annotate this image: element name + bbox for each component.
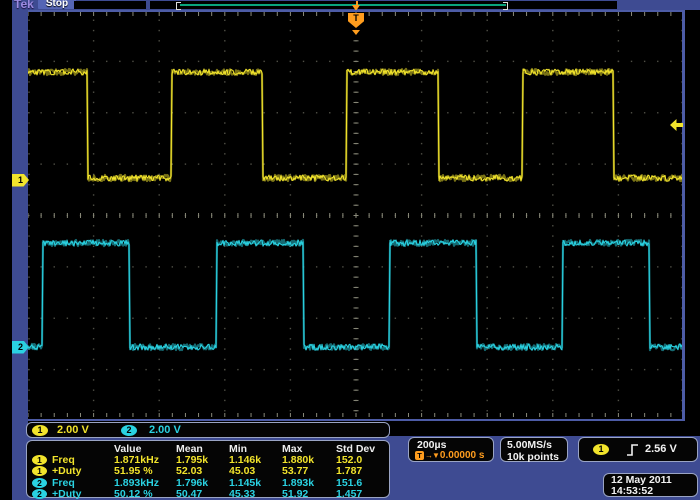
timebase-readout[interactable]: 200µs T→▼ 0.00000 s: [408, 437, 494, 462]
channel-2-badge: 2: [121, 425, 137, 436]
waveform-canvas: [28, 10, 684, 421]
record-window-right-bracket-icon: [503, 2, 508, 10]
measurement-name: +Duty: [52, 489, 114, 500]
title-bar: Tek Stop: [12, 0, 700, 10]
graticule-bottom-border: [28, 419, 684, 421]
table-row-badge: 1: [32, 466, 52, 477]
datetime-readout: 12 May 2011 14:53:52: [603, 473, 698, 497]
measurement-stddev: 1.457: [336, 489, 389, 500]
trigger-source-badge: 1: [593, 444, 609, 455]
acquisition-readout[interactable]: 5.00MS/s 10k points: [500, 437, 568, 462]
trigger-level-value: 2.56 V: [645, 443, 677, 455]
trigger-t-icon: T: [415, 451, 424, 460]
measurement-min: 45.33: [229, 489, 282, 500]
measurement-value: 51.95 %: [114, 466, 176, 477]
record-view-bar[interactable]: [150, 1, 617, 9]
measurement-mean: 52.03: [176, 466, 229, 477]
time-value: 14:53:52: [611, 486, 697, 497]
acquisition-status[interactable]: Stop: [38, 0, 76, 9]
rising-edge-icon: [626, 443, 639, 457]
topbar-inset: [74, 1, 146, 9]
table-row-badge: 2: [32, 478, 52, 489]
channel-1-scale: 2.00 V: [57, 423, 89, 437]
graticule-right-border: [682, 10, 685, 421]
measurement-stddev: 1.787: [336, 466, 389, 477]
horizontal-position: T→▼ 0.00000 s: [415, 450, 484, 461]
channel-readout-bar[interactable]: 1 2.00 V 2 2.00 V: [26, 422, 390, 438]
measurement-min: 45.03: [229, 466, 282, 477]
channel-1-badge: 1: [32, 425, 48, 436]
channel-2-scale: 2.00 V: [149, 423, 181, 437]
measurement-mean: 50.47: [176, 489, 229, 500]
waveform-display: T: [28, 10, 700, 436]
trigger-readout[interactable]: 1 2.56 V: [578, 437, 698, 462]
record-length: 10k points: [507, 451, 567, 463]
oscilloscope-screen: Tek Stop T 1 2 1 2.00 V 2 2.00 V: [0, 0, 700, 500]
table-row-badge: 2: [32, 489, 52, 500]
measurement-value: 50.12 %: [114, 489, 176, 500]
measurement-max: 51.92: [282, 489, 336, 500]
measurement-table[interactable]: Value Mean Min Max Std Dev 1 Freq 1.871k…: [26, 440, 390, 498]
table-row-badge: 1: [32, 455, 52, 466]
sample-rate: 5.00MS/s: [507, 439, 567, 451]
record-line: [180, 4, 506, 6]
graticule-top-border: [28, 10, 684, 12]
trigger-position-flag-tip-icon: [352, 30, 360, 35]
measurement-max: 53.77: [282, 466, 336, 477]
measurement-name: +Duty: [52, 466, 114, 477]
horizontal-position-value: 0.00000 s: [440, 450, 485, 461]
